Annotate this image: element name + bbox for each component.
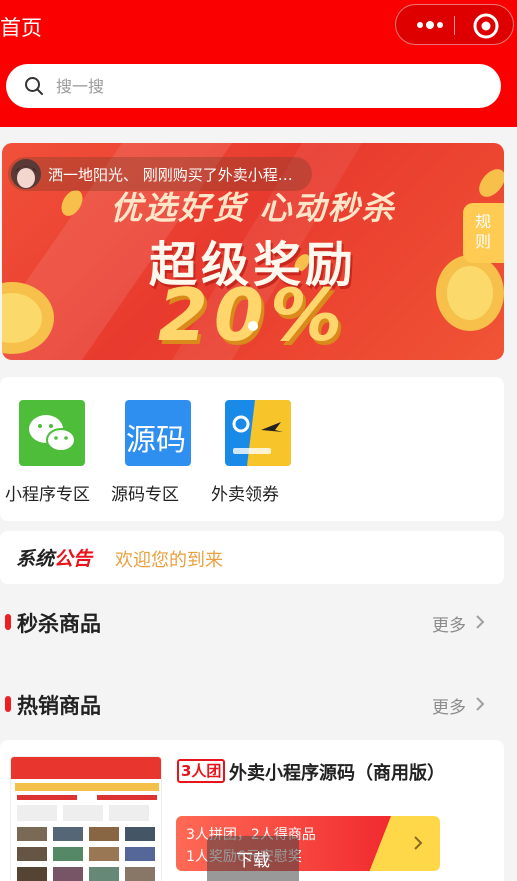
rules-label: 规则 xyxy=(475,212,492,251)
product-thumbnail[interactable] xyxy=(10,756,162,881)
notice-text: 洒一地阳光、 刚刚购买了外卖小程… xyxy=(48,166,293,184)
section-marker xyxy=(5,696,11,712)
announcement-tag: 系统公告 xyxy=(16,544,92,571)
chevron-right-icon[interactable] xyxy=(474,615,486,629)
system-announcement[interactable]: 系统公告 欢迎您的到来 xyxy=(0,531,504,584)
announcement-tag-suffix: 公告 xyxy=(54,548,93,570)
rules-button[interactable]: 规则 xyxy=(463,203,504,263)
download-label: 下载 xyxy=(236,851,270,871)
takeout-coupon-icon xyxy=(225,400,291,466)
avatar xyxy=(11,159,41,189)
search-input[interactable] xyxy=(56,72,476,100)
more-dots-icon[interactable] xyxy=(412,11,448,39)
avatar-icon xyxy=(11,159,41,189)
announcement-tag-prefix: 系统 xyxy=(16,548,55,570)
section-hot-sale: 热销商品 更多 xyxy=(0,684,504,724)
source-code-icon: 源码 xyxy=(125,400,191,466)
group-badge: 3人团 xyxy=(177,759,226,783)
capsule-divider xyxy=(454,16,455,35)
promo-banner[interactable]: 优选好货 心动秒杀 超级奖励 20% 洒一地阳光、 刚刚购买了外卖小程… 规则 xyxy=(2,143,504,360)
source-code-icon-text: 源码 xyxy=(126,423,186,458)
more-link[interactable]: 更多 xyxy=(432,693,466,718)
more-link[interactable]: 更多 xyxy=(432,611,466,636)
announcement-message: 欢迎您的到来 xyxy=(115,550,223,571)
header-bar: 首页 xyxy=(0,0,517,127)
target-close-icon[interactable] xyxy=(472,12,500,40)
purchase-notice: 洒一地阳光、 刚刚购买了外卖小程… xyxy=(8,157,312,191)
carousel-indicator[interactable] xyxy=(248,321,258,331)
category-grid: 小程序专区 源码 源码专区 外卖领券 xyxy=(0,377,504,521)
download-button[interactable]: 下载 xyxy=(207,836,299,881)
banner-percent: 20% xyxy=(157,273,349,357)
wechat-icon xyxy=(19,400,85,466)
section-title: 热销商品 xyxy=(17,694,101,718)
page-title: 首页 xyxy=(0,16,42,40)
section-flash-sale: 秒杀商品 更多 xyxy=(0,602,504,642)
chevron-right-icon xyxy=(414,836,423,850)
section-title: 秒杀商品 xyxy=(17,612,101,636)
product-name[interactable]: 外卖小程序源码（商用版） xyxy=(229,759,445,785)
category-takeout-coupon[interactable]: 外卖领券 xyxy=(211,400,311,510)
category-label: 源码专区 xyxy=(111,485,179,505)
category-source-code[interactable]: 源码 源码专区 xyxy=(111,400,211,510)
mini-program-capsule xyxy=(395,4,514,45)
category-label: 外卖领券 xyxy=(211,485,279,505)
product-image xyxy=(11,757,161,881)
section-marker xyxy=(5,614,11,630)
category-mini-program[interactable]: 小程序专区 xyxy=(5,400,105,510)
search-icon xyxy=(25,77,43,95)
chevron-right-icon[interactable] xyxy=(474,697,486,711)
category-label: 小程序专区 xyxy=(5,485,90,505)
search-box[interactable] xyxy=(6,64,501,108)
